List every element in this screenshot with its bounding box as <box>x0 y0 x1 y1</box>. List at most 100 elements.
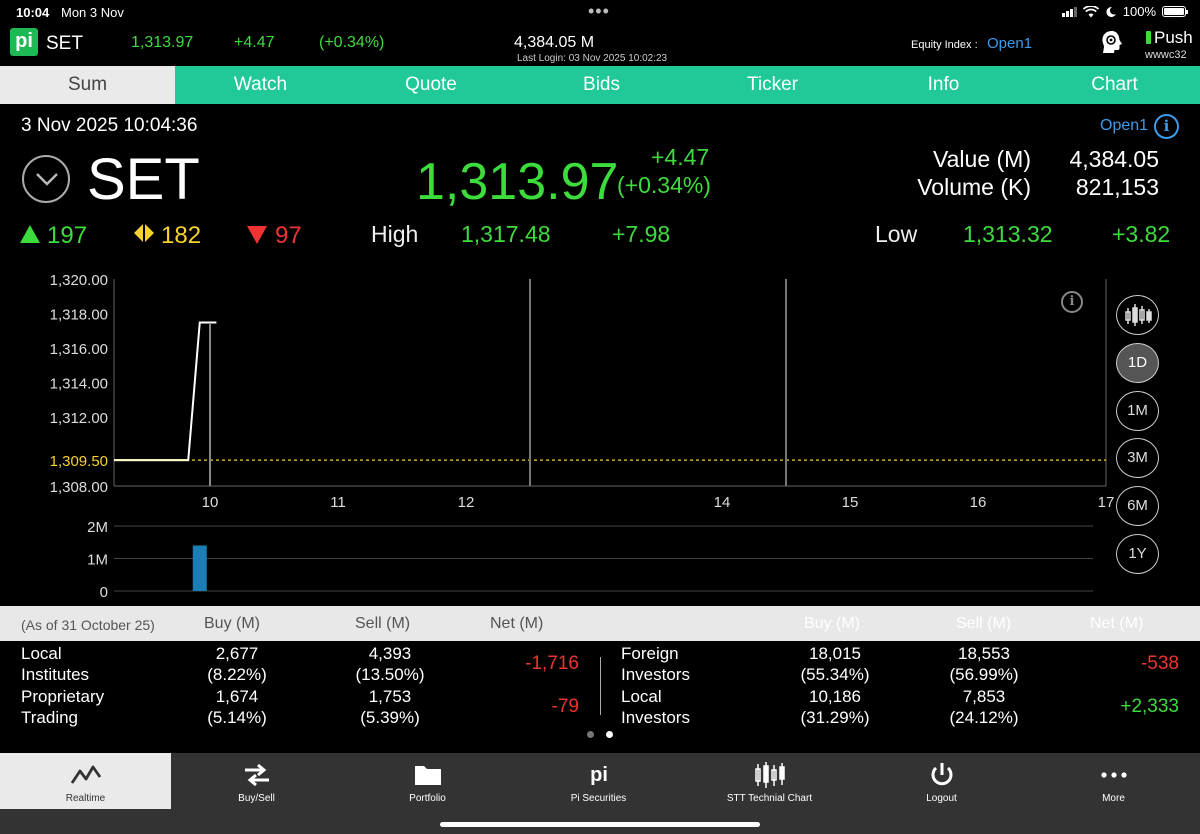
nav-buy-sell[interactable]: Buy/Sell <box>171 753 342 809</box>
tab-bids[interactable]: Bids <box>516 66 687 104</box>
tab-ticker[interactable]: Ticker <box>687 66 858 104</box>
tab-info[interactable]: Info <box>858 66 1029 104</box>
low-value: 1,313.32 <box>963 221 1053 247</box>
tab-quote[interactable]: Quote <box>346 66 516 104</box>
investor-table[interactable]: Local Institutes 2,677 (8.22%) 4,393 (13… <box>0 641 1200 753</box>
buy-value: 10,186 <box>809 687 861 706</box>
timeframe-1m-button[interactable]: 1M <box>1116 391 1159 431</box>
nav-label: STT Technial Chart <box>726 793 813 804</box>
low-label: Low <box>875 221 918 247</box>
y-tick-label: 1,318.00 <box>50 307 108 324</box>
price-line <box>114 321 217 462</box>
sell-pct: (5.39%) <box>360 708 420 727</box>
y-tick-label: 1,320.00 <box>50 272 108 289</box>
volume-label: Volume (K) <box>917 174 1031 200</box>
nav-technical-chart[interactable]: STT Technial Chart <box>684 753 855 809</box>
cellular-signal-icon <box>1061 6 1077 17</box>
tab-watch[interactable]: Watch <box>175 66 346 104</box>
buy-pct: (5.14%) <box>207 708 267 727</box>
nav-realtime[interactable]: Realtime <box>0 753 171 809</box>
tab-sum[interactable]: Sum <box>0 66 175 104</box>
header-last-price: 1,313.97 <box>131 34 194 51</box>
head-profile-icon[interactable] <box>1098 28 1126 56</box>
low-change: +3.82 <box>1112 221 1171 247</box>
chart-info-icon[interactable]: i <box>1061 291 1083 313</box>
x-tick-label: 16 <box>970 494 987 511</box>
buy-value: 2,677 <box>215 644 259 663</box>
volume-bar <box>192 545 207 591</box>
high-label: High <box>371 221 419 247</box>
power-icon <box>931 763 952 786</box>
timeframe-1d-button[interactable]: 1D <box>1116 343 1159 383</box>
header-symbol[interactable]: SET <box>46 33 83 55</box>
candlestick-mode-button[interactable] <box>1116 295 1159 335</box>
nav-more[interactable]: More <box>1028 753 1199 809</box>
tab-chart[interactable]: Chart <box>1029 66 1200 104</box>
session-info-icon[interactable]: i <box>1154 114 1179 139</box>
nav-pi-securities[interactable]: pi Pi Securities <box>513 753 684 809</box>
candlestick-icon <box>754 762 785 788</box>
timeframe-6m-button[interactable]: 6M <box>1116 486 1159 526</box>
page-dot-1[interactable] <box>587 731 594 738</box>
candlestick-icon <box>1124 304 1152 326</box>
advance-triangle-icon <box>20 225 40 243</box>
y-tick-label: 1,308.00 <box>50 479 108 496</box>
buy-value: 1,674 <box>215 687 259 706</box>
folder-icon <box>414 766 441 785</box>
multitask-dots-icon[interactable]: ••• <box>588 1 610 22</box>
investor-type: Local <box>621 687 662 706</box>
advances-count: 197 <box>47 222 88 249</box>
y-tick-label: 1,314.00 <box>50 376 108 393</box>
volume-tick-label: 2M <box>87 519 108 536</box>
header-change: +4.47 <box>234 34 275 51</box>
investor-type-2: Institutes <box>21 665 90 684</box>
wifi-icon <box>1082 5 1099 17</box>
battery-icon <box>1162 6 1188 17</box>
push-toggle[interactable]: Push <box>1146 28 1193 48</box>
nav-logout[interactable]: Logout <box>856 753 1027 809</box>
column-divider <box>600 657 601 715</box>
chevron-down-icon <box>36 173 58 186</box>
home-indicator[interactable] <box>440 822 760 827</box>
session-status[interactable]: Open1 <box>1100 117 1148 135</box>
index-name: SET <box>87 147 200 212</box>
col-sell-right: Sell (M) <box>956 615 1012 632</box>
timeframe-1y-button[interactable]: 1Y <box>1116 534 1159 574</box>
sell-pct: (56.99%) <box>949 665 1019 684</box>
nav-portfolio[interactable]: Portfolio <box>342 753 513 809</box>
unchanged-count: 182 <box>161 222 202 249</box>
pi-logo[interactable]: pi <box>10 28 38 56</box>
volume-tick-label: 0 <box>100 584 108 601</box>
push-label: Push <box>1154 28 1193 47</box>
value-label: Value (M) <box>933 146 1031 172</box>
net-value: -538 <box>1140 653 1179 674</box>
equity-index-value[interactable]: Open1 <box>987 35 1032 52</box>
prior-close-label: 1,309.50 <box>50 453 108 470</box>
nav-label: More <box>1102 793 1125 804</box>
page-dot-2-active[interactable] <box>606 731 613 738</box>
col-buy: Buy (M) <box>204 615 260 632</box>
col-net-right: Net (M) <box>1090 615 1144 632</box>
sell-value: 7,853 <box>962 687 1006 706</box>
timeframe-3m-button[interactable]: 3M <box>1116 438 1159 478</box>
intraday-chart[interactable]: 1,320.00 1,318.00 1,316.00 1,314.00 1,312.00… <box>0 262 1200 606</box>
index-last: 1,313.97 <box>416 153 619 211</box>
x-tick-label: 15 <box>842 494 859 511</box>
x-tick-label: 11 <box>330 494 346 511</box>
net-value: -79 <box>551 696 579 717</box>
buy-pct: (31.29%) <box>800 708 870 727</box>
investor-type-2: Trading <box>21 708 79 727</box>
x-tick-label: 17 <box>1098 494 1115 511</box>
volume-tick-label: 1M <box>87 552 108 569</box>
col-sell: Sell (M) <box>355 615 411 632</box>
volume-amount: 821,153 <box>1075 174 1159 200</box>
nav-label: Portfolio <box>409 793 446 804</box>
col-buy-right: Buy (M) <box>804 615 860 632</box>
investor-type-2: Investors <box>621 665 690 684</box>
high-change: +7.98 <box>612 221 671 247</box>
declines-count: 97 <box>275 222 302 249</box>
sell-value: 1,753 <box>368 687 412 706</box>
y-tick-label: 1,312.00 <box>50 410 108 427</box>
index-selector-button[interactable] <box>22 155 70 203</box>
as-of-date: (As of 31 October 25) <box>21 617 155 633</box>
